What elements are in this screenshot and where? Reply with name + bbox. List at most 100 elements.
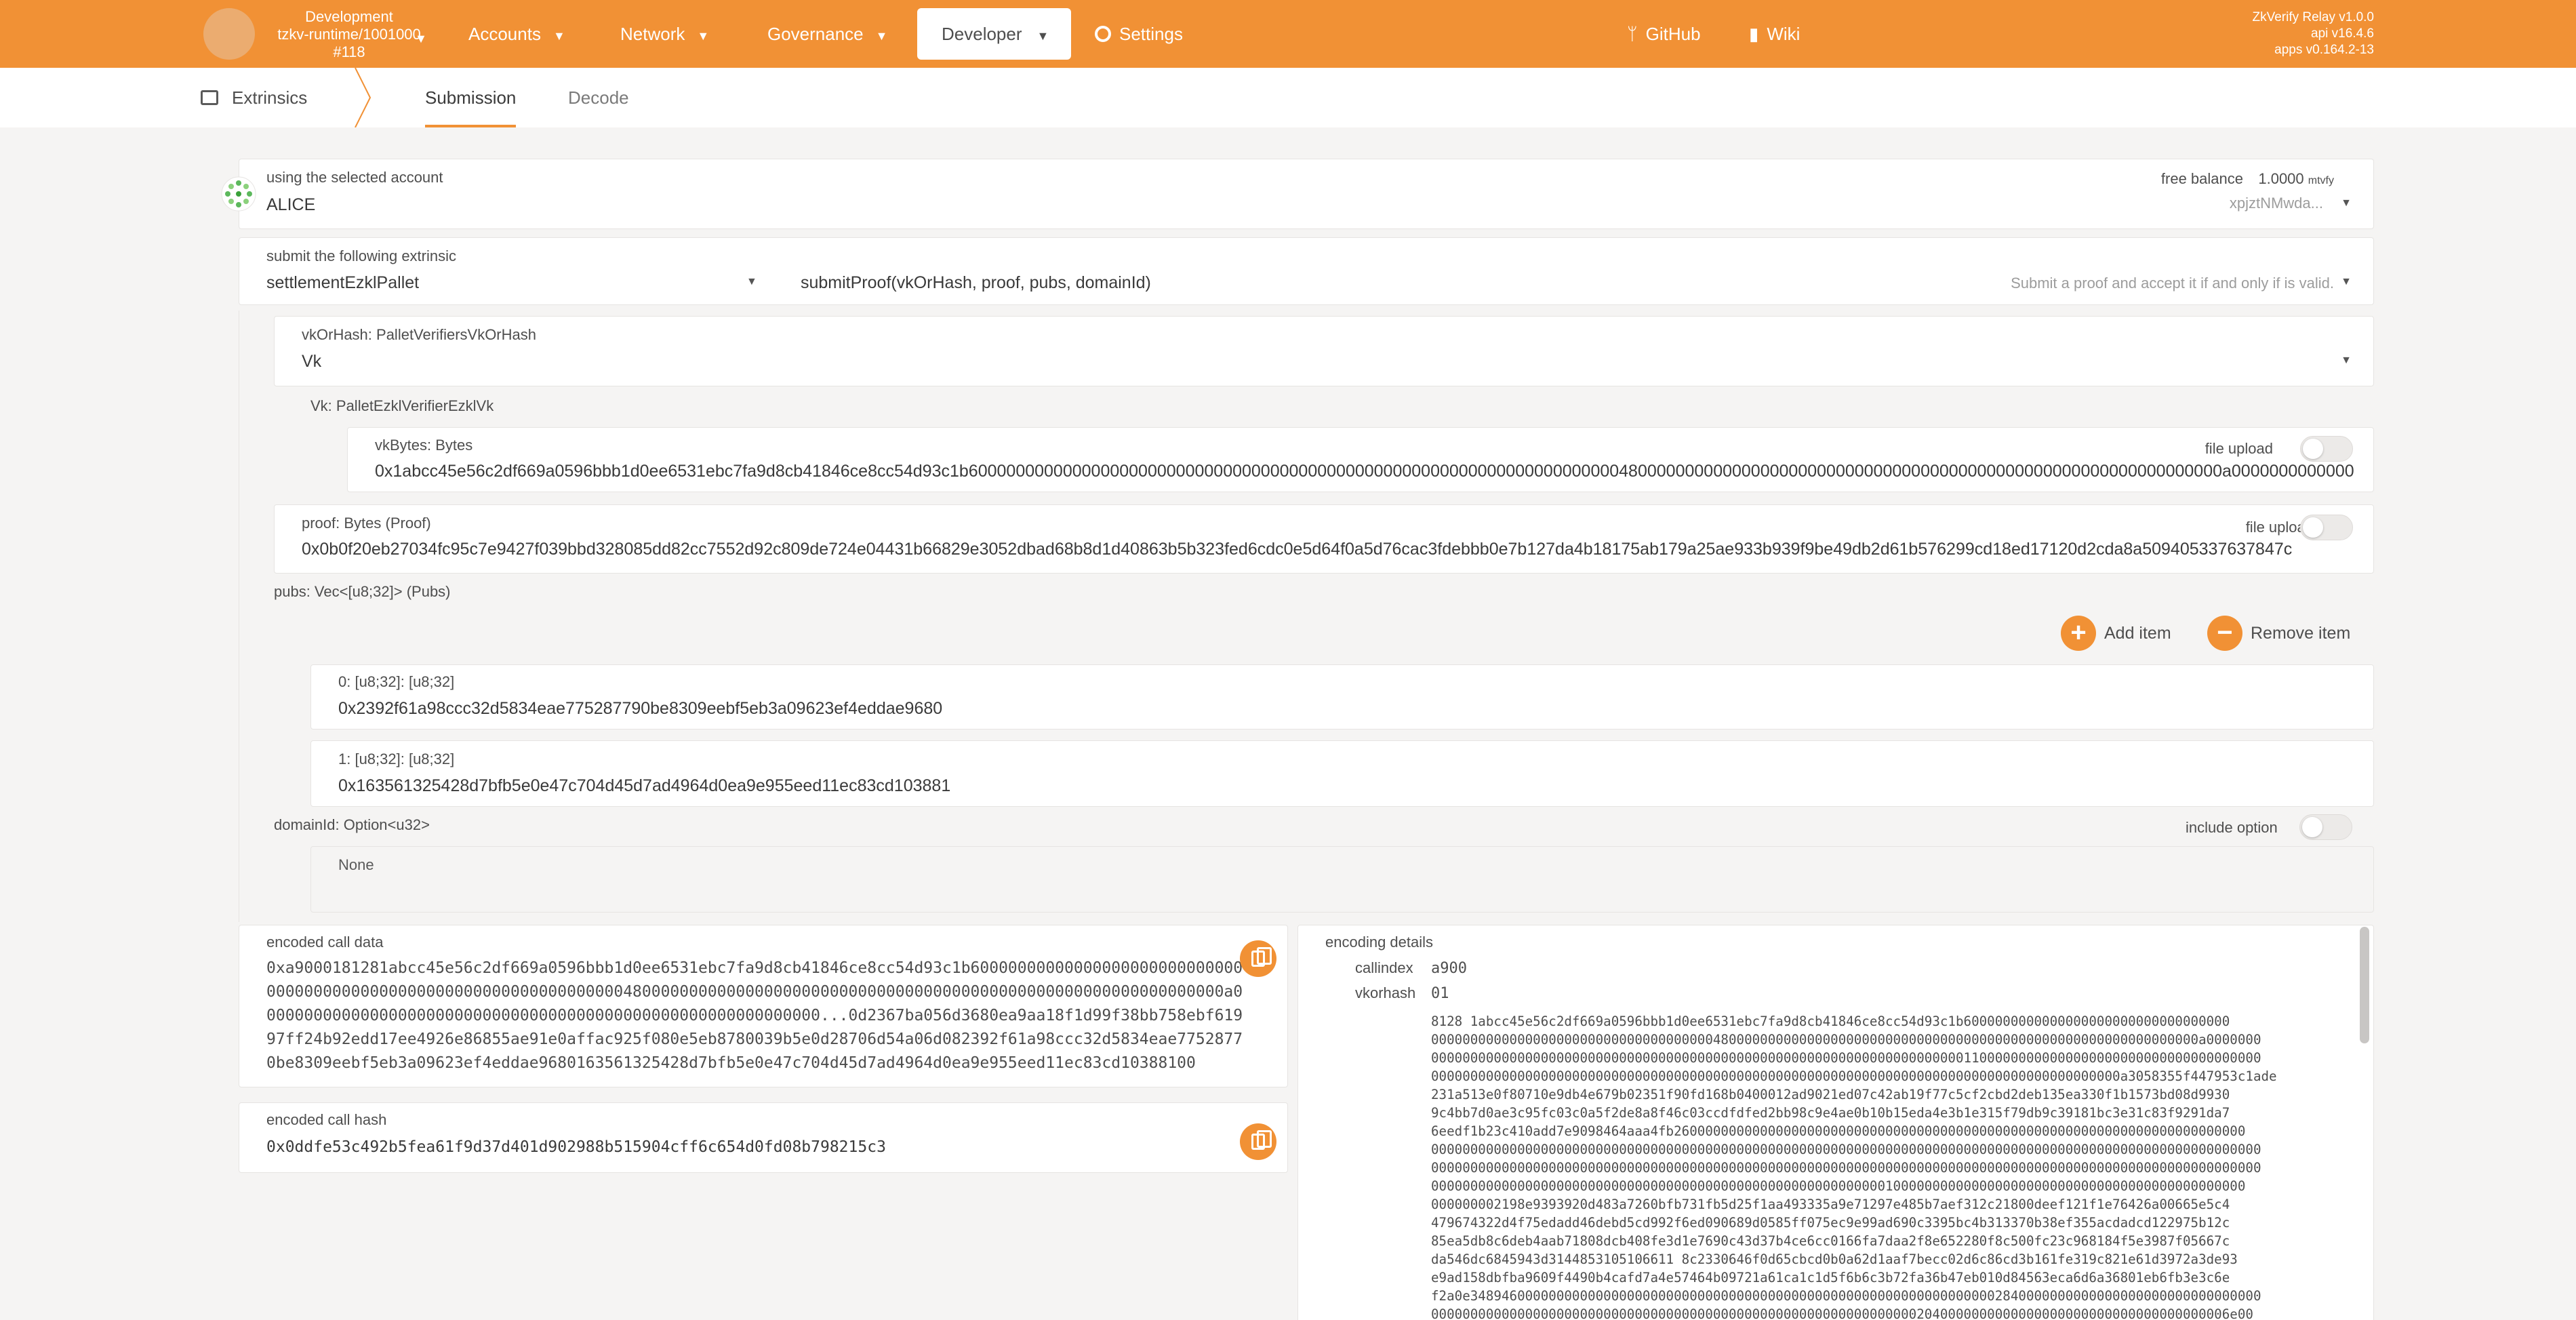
- hex-line: 9c4bb7d0ae3c95fc03c0a5f2de8a8f46c03ccdfd…: [1431, 1105, 2230, 1121]
- apps-version: apps v0.164.2-13: [2274, 43, 2374, 57]
- pallet-dropdown[interactable]: settlementEzklPallet: [266, 273, 754, 293]
- version-info: ZkVerify Relay v1.0.0 api v16.4.6 apps v…: [2252, 9, 2374, 58]
- vk-bytes-field[interactable]: vkBytes: Bytes 0x1abcc45e56c2df669a0596b…: [347, 427, 2374, 492]
- vk-label: Vk: PalletEzklVerifierEzklVk: [310, 397, 494, 414]
- nav-wiki[interactable]: ▮ Wiki: [1749, 0, 1800, 68]
- params-area: [239, 311, 2374, 922]
- add-item-button[interactable]: Add item: [2104, 624, 2171, 643]
- nav-developer[interactable]: Developer ▼: [917, 8, 1071, 60]
- file-upload-toggle[interactable]: [2300, 436, 2353, 462]
- domain-value-field: None: [310, 846, 2374, 913]
- pubs-item-1[interactable]: 1: [u8;32]: [u8;32] 0x163561325428d7bfb5…: [310, 740, 2374, 807]
- encoding-details-label: encoding details: [1325, 934, 1434, 951]
- call-description: Submit a proof and accept it if and only…: [2011, 275, 2334, 292]
- branch-icon: ᛘ: [1627, 24, 1638, 44]
- account-selector[interactable]: using the selected account ALICE free ba…: [239, 159, 2374, 229]
- copy-call-hash-button[interactable]: [1240, 1123, 1276, 1160]
- hex-line: 0000000000000000000000000000000000000000…: [1431, 1068, 2277, 1084]
- vk-or-hash-value: Vk: [302, 352, 322, 371]
- nav-github[interactable]: ᛘ GitHub: [1627, 0, 1701, 68]
- nav-settings-label: Settings: [1119, 24, 1183, 44]
- hex-line: 0000000000000000000000000000000000000000…: [1431, 1160, 2261, 1176]
- file-upload-label: file upload: [2205, 440, 2273, 457]
- encoding-details-panel[interactable]: encoding details callindex a900 vkorhash…: [1297, 925, 2374, 1320]
- encoding-hex-dump: 8128 1abcc45e56c2df669a0596bbb1d0ee6531e…: [1431, 1012, 2319, 1320]
- vk-or-hash-label: vkOrHash: PalletVerifiersVkOrHash: [302, 326, 536, 343]
- vk-or-hash-dropdown[interactable]: vkOrHash: PalletVerifiersVkOrHash Vk ▼: [274, 316, 2374, 386]
- nav-governance-label: Governance: [767, 24, 864, 44]
- vk-bytes-value: 0x1abcc45e56c2df669a0596bbb1d0ee6531ebc7…: [375, 462, 2354, 481]
- hex-line: f2a0e34894600000000000000000000000000000…: [1431, 1288, 2261, 1304]
- pubs-item-value: 0x163561325428d7bfb5e0e47c704d45d7ad4964…: [338, 776, 951, 795]
- copy-icon: [1251, 947, 1272, 967]
- tab-decode[interactable]: Decode: [568, 68, 629, 127]
- hex-line: 0000000000000000000000000000000000004800…: [1431, 1032, 2261, 1047]
- nav-developer-label: Developer: [942, 24, 1022, 44]
- pubs-item-label: 1: [u8;32]: [u8;32]: [338, 751, 455, 767]
- account-label: using the selected account: [266, 169, 443, 186]
- chevron-down-icon: ▼: [2341, 276, 2352, 287]
- balance-amount: 1.0000: [2258, 170, 2304, 187]
- nav-accounts[interactable]: Accounts ▼: [468, 0, 565, 68]
- file-upload-toggle[interactable]: [2300, 515, 2353, 540]
- add-item-icon[interactable]: +: [2061, 616, 2096, 651]
- chain-logo[interactable]: [203, 8, 255, 60]
- scrollbar-thumb[interactable]: [2360, 927, 2369, 1043]
- balance-value: 1.0000 mtvfy: [2258, 170, 2334, 188]
- call-data-line: 97ff24b92edd17ee4926e86855ae91e0affac925…: [266, 1031, 1243, 1048]
- account-name: ALICE: [266, 195, 316, 214]
- hex-line: 479674322d4f75edadd46debd5cd992f6ed09068…: [1431, 1215, 2230, 1231]
- vkorhash-label: vkorhash: [1355, 984, 1416, 1001]
- chevron-down-icon: ▼: [552, 29, 565, 43]
- tab-submission[interactable]: Submission: [425, 68, 517, 127]
- pubs-item-0[interactable]: 0: [u8;32]: [u8;32] 0x2392f61a98ccc32d58…: [310, 664, 2374, 729]
- encoded-call-hash-value[interactable]: 0x0ddfe53c492b5fea61f9d37d401d902988b515…: [266, 1138, 886, 1156]
- relay-version: ZkVerify Relay v1.0.0: [2252, 10, 2374, 24]
- hex-line: 6eedf1b23c410add7e9098464aaa4fb260000000…: [1431, 1123, 2246, 1139]
- extrinsic-label: submit the following extrinsic: [266, 247, 457, 264]
- chevron-down-icon: ▼: [875, 29, 888, 43]
- domain-value: None: [338, 856, 374, 873]
- call-data-line: 0000000000000000000000000000000000000000…: [266, 1007, 1243, 1024]
- chevron-down-icon: ▼: [697, 29, 710, 43]
- vkorhash-value: 01: [1431, 985, 1449, 1002]
- tab-root-extrinsics[interactable]: Extrinsics: [201, 68, 307, 127]
- copy-call-data-button[interactable]: [1240, 940, 1276, 977]
- gear-icon: [1095, 26, 1111, 42]
- remove-item-icon[interactable]: −: [2207, 616, 2242, 651]
- extrinsic-selector: submit the following extrinsic settlemen…: [239, 237, 2374, 305]
- domain-label: domainId: Option<u32>: [274, 816, 430, 833]
- hex-line: 0000000000000000000000000000000000000000…: [1431, 1050, 2261, 1066]
- proof-field[interactable]: proof: Bytes (Proof) 0x0b0f20eb27034fc95…: [274, 504, 2374, 574]
- nav-governance[interactable]: Governance ▼: [767, 0, 887, 68]
- encoded-call-hash-label: encoded call hash: [266, 1111, 387, 1128]
- block-number: #118: [333, 43, 365, 60]
- remove-item-button[interactable]: Remove item: [2251, 624, 2350, 643]
- hex-line: 0000000000000000000000000000000000000000…: [1431, 1142, 2261, 1157]
- proof-value: 0x0b0f20eb27034fc95c7e9427f039bbd328085d…: [302, 540, 2293, 559]
- chain-selector[interactable]: Development tzkv-runtime/1001000 #118 ▼: [264, 8, 434, 61]
- chain-name: Development: [305, 8, 393, 25]
- vk-bytes-label: vkBytes: Bytes: [375, 437, 473, 454]
- hex-line: 231a513e0f80710e9db4e679b02351f90fd168b0…: [1431, 1087, 2230, 1102]
- account-address: xpjztNMwda...: [2229, 195, 2323, 212]
- encoded-call-hash-panel: encoded call hash 0x0ddfe53c492b5fea61f9…: [239, 1102, 1288, 1173]
- callindex-value: a900: [1431, 960, 1467, 977]
- include-option-toggle[interactable]: [2299, 814, 2352, 840]
- hex-line: 85ea5db8c6deb4aab71808dcb408fe3d1e7690c4…: [1431, 1233, 2230, 1249]
- call-data-line: 0xa9000181281abcc45e56c2df669a0596bbb1d0…: [266, 959, 1243, 977]
- chevron-down-icon: ▼: [2341, 197, 2352, 209]
- nav-network[interactable]: Network ▼: [620, 0, 709, 68]
- identicon-icon: [221, 176, 256, 212]
- encoded-call-data-label: encoded call data: [266, 934, 384, 951]
- hex-line: da546dc6845943d3144853105106611 8c233064…: [1431, 1252, 2238, 1267]
- chevron-right-icon: [355, 68, 371, 127]
- hex-line: 8128 1abcc45e56c2df669a0596bbb1d0ee6531e…: [1431, 1014, 2230, 1029]
- nav-accounts-label: Accounts: [468, 24, 541, 44]
- chevron-down-icon: ▼: [2341, 355, 2352, 366]
- pubs-item-value: 0x2392f61a98ccc32d5834eae775287790be8309…: [338, 699, 943, 718]
- encoded-call-data-value[interactable]: 0xa9000181281abcc45e56c2df669a0596bbb1d0…: [266, 957, 1243, 1075]
- tab-root-label: Extrinsics: [232, 87, 308, 108]
- call-dropdown[interactable]: submitProof(vkOrHash, proof, pubs, domai…: [801, 273, 1151, 293]
- nav-settings[interactable]: Settings: [1095, 0, 1183, 68]
